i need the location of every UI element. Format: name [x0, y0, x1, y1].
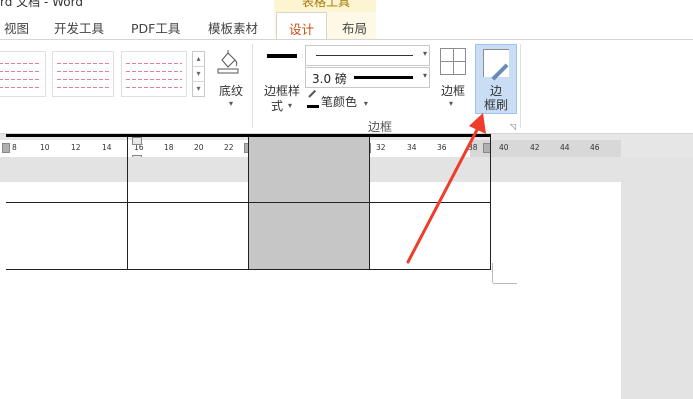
border-painter-label-line2: 框刷: [483, 98, 508, 112]
table-cell[interactable]: [247, 134, 370, 203]
context-tool-group: 表格工具: [274, 0, 376, 12]
chevron-down-icon: ▾: [449, 99, 454, 108]
line-weight-select[interactable]: 3.0 磅 ▾: [305, 67, 430, 88]
table-cell[interactable]: [6, 134, 128, 203]
table-style-swatch[interactable]: [0, 51, 46, 97]
pen-icon: [307, 95, 319, 108]
ruler-tick: 44: [560, 143, 570, 152]
gallery-more-icon[interactable]: ▾: [193, 82, 204, 97]
table-style-swatch[interactable]: [121, 51, 187, 97]
chevron-down-icon: ▾: [229, 99, 234, 108]
borders-group-label: 边框: [368, 120, 393, 134]
document-table[interactable]: [6, 134, 491, 270]
dialog-launcher-icon[interactable]: ◹: [510, 122, 516, 131]
context-group-label: 表格工具: [302, 0, 351, 9]
line-weight-value: 3.0 磅: [312, 72, 347, 86]
table-row: [6, 134, 491, 203]
tab-developer[interactable]: 开发工具: [54, 18, 104, 37]
group-separator: [252, 44, 253, 128]
borders-label: 边框: [441, 84, 466, 98]
table-cell[interactable]: [126, 202, 249, 270]
line-style-sample: [316, 55, 413, 56]
table-cell[interactable]: [247, 202, 370, 270]
table-cell[interactable]: [6, 202, 128, 270]
window-title: rd 文档 - Word: [0, 0, 83, 9]
ruler-tick: 46: [590, 143, 600, 152]
table-cell[interactable]: [368, 134, 491, 203]
chevron-down-icon: ▾: [363, 99, 368, 108]
table-style-swatch[interactable]: [52, 51, 114, 97]
border-painter-button[interactable]: 边 框刷: [475, 44, 517, 114]
line-weight-sample: [354, 76, 413, 79]
ruler-tick: 40: [499, 143, 509, 152]
tab-design[interactable]: 设计: [276, 12, 328, 40]
group-separator: [520, 44, 521, 128]
tab-view[interactable]: 视图: [4, 18, 29, 37]
borders-icon: [440, 48, 466, 75]
shading-icon: [217, 50, 239, 74]
chevron-down-icon: ▾: [422, 71, 427, 80]
table-cell[interactable]: [368, 202, 491, 270]
tab-pdf-tools[interactable]: PDF工具: [131, 18, 180, 37]
title-bar: rd 文档 - Word 表格工具: [0, 0, 693, 12]
table-style-gallery-scroll[interactable]: ▴ ▾ ▾: [192, 51, 205, 97]
table-row: [6, 202, 491, 270]
tab-layout[interactable]: 布局: [342, 18, 367, 37]
border-painter-label: 边: [489, 84, 502, 98]
border-styles-label-line2: 式: [271, 99, 284, 113]
scroll-down-icon[interactable]: ▾: [193, 67, 204, 82]
ribbon-tabs: 视图 开发工具 PDF工具 模板素材 设计 布局: [0, 12, 693, 40]
chevron-down-icon: ▾: [288, 101, 293, 110]
pen-color-label: 笔颜色: [321, 95, 358, 109]
border-style-icon: [267, 54, 297, 58]
ribbon-panel: ▴ ▾ ▾ 底纹 ▾ 边框样 式 ▾ ▾ 3.0 磅 ▾ 笔颜色 ▾ 边框 ▾: [0, 39, 693, 134]
pen-color-button[interactable]: 笔颜色 ▾: [307, 93, 368, 110]
tab-templates[interactable]: 模板素材: [208, 18, 258, 37]
page-corner-mark: [493, 283, 517, 284]
border-painter-icon: [483, 49, 509, 77]
chevron-down-icon: ▾: [422, 49, 427, 58]
scroll-up-icon[interactable]: ▴: [193, 52, 204, 67]
page-corner-mark: [492, 263, 493, 283]
table-cell[interactable]: [126, 134, 249, 203]
ruler-tick: 42: [530, 143, 540, 152]
shading-label: 底纹: [219, 84, 244, 98]
line-style-select[interactable]: ▾: [305, 45, 430, 66]
